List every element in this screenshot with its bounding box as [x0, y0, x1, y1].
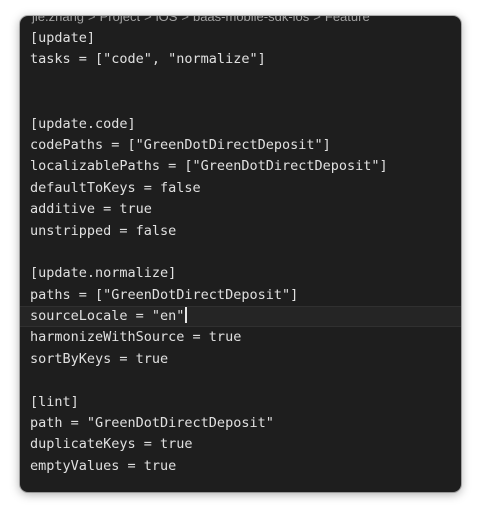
code-line: [lint] — [30, 393, 79, 410]
breadcrumb-item-project[interactable]: Project — [100, 16, 140, 24]
code-line: paths = ["GreenDotDirectDeposit"] — [30, 286, 299, 303]
breadcrumb-separator-icon: > — [181, 16, 189, 24]
code-line: additive = true — [30, 201, 152, 218]
breadcrumb-item-repo[interactable]: baas-mobile-sdk-ios — [193, 16, 309, 24]
code-editor[interactable]: [update] tasks = ["code", "normalize"] [… — [20, 28, 461, 477]
code-line: duplicateKeys = true — [30, 436, 193, 453]
code-line: defaultToKeys = false — [30, 179, 201, 196]
code-line: [update.normalize] — [30, 265, 177, 282]
active-line-text: sourceLocale = "en" — [30, 308, 185, 325]
breadcrumb-separator-icon: > — [144, 16, 152, 24]
breadcrumb-item-folder[interactable]: Feature — [325, 16, 370, 24]
breadcrumb-separator-icon: > — [313, 16, 321, 24]
code-line: [update] — [30, 30, 96, 46]
code-line: tasks = ["code", "normalize"] — [30, 51, 266, 68]
editor-window: jie.zhang > Project > iOS > baas-mobile-sdk-io… — [20, 16, 461, 492]
code-line: [update.code] — [30, 115, 136, 132]
breadcrumb-separator-icon: > — [88, 16, 96, 24]
text-cursor — [185, 307, 187, 324]
code-line: sortByKeys = true — [30, 350, 169, 367]
code-line: localizablePaths = ["GreenDotDirectDepos… — [30, 158, 388, 175]
code-line: codePaths = ["GreenDotDirectDeposit"] — [30, 136, 331, 153]
code-line: harmonizeWithSource = true — [30, 329, 242, 346]
breadcrumb-item-ios[interactable]: iOS — [156, 16, 178, 24]
breadcrumb-item-user[interactable]: jie.zhang — [32, 16, 84, 24]
breadcrumb: jie.zhang > Project > iOS > baas-mobile-sdk-io… — [32, 16, 370, 26]
code-line: emptyValues = true — [30, 457, 177, 474]
code-line: unstripped = false — [30, 222, 177, 239]
code-line-active[interactable]: sourceLocale = "en" — [20, 306, 461, 328]
code-line: path = "GreenDotDirectDeposit" — [30, 415, 274, 432]
